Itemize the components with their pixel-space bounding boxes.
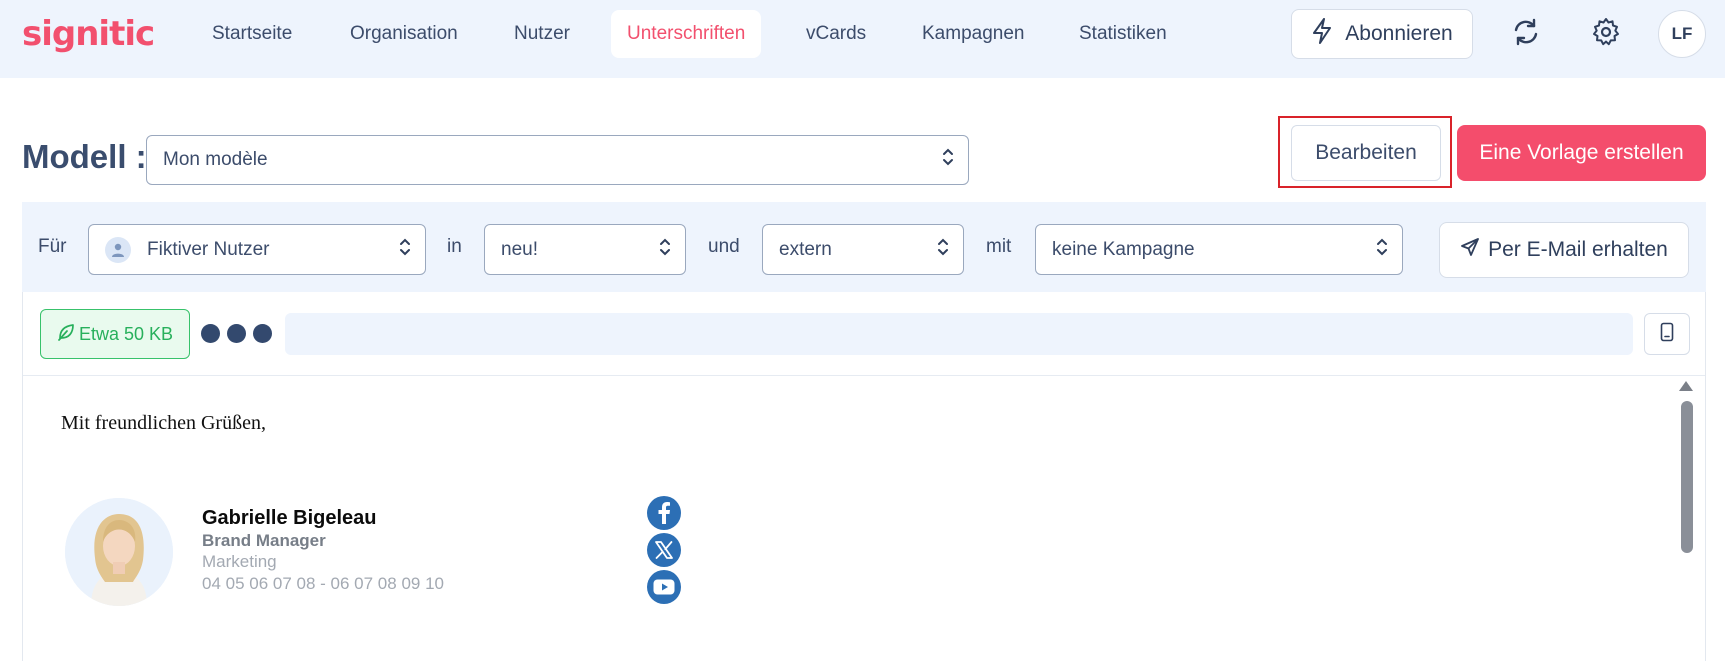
preview-scrollbar-thumb[interactable]	[1681, 401, 1693, 553]
dot	[253, 324, 272, 343]
user-avatar[interactable]: LF	[1658, 10, 1706, 58]
mobile-device-icon	[1660, 322, 1674, 347]
dot	[227, 324, 246, 343]
model-label: Modell :	[22, 138, 147, 175]
group-select[interactable]: neu!	[484, 224, 686, 275]
signature-greeting: Mit freundlichen Grüßen,	[61, 412, 266, 434]
signature-preview-panel: Etwa 50 KB Mit freundlichen Grüßen, Gabr…	[22, 292, 1706, 661]
signature-title: Brand Manager	[202, 531, 326, 550]
type-select-value: extern	[779, 238, 832, 260]
signature-department: Marketing	[202, 552, 277, 571]
nav-item-organisation[interactable]: Organisation	[334, 10, 474, 58]
updown-chevron-icon	[937, 237, 949, 263]
nav-item-nutzer[interactable]: Nutzer	[498, 10, 586, 58]
leaf-icon	[57, 323, 75, 346]
nav-item-vcards[interactable]: vCards	[790, 10, 882, 58]
bolt-icon	[1311, 18, 1333, 50]
user-select-value: Fiktiver Nutzer	[147, 238, 270, 260]
nav-item-kampagnen[interactable]: Kampagnen	[906, 10, 1040, 58]
subscribe-button[interactable]: Abonnieren	[1291, 9, 1473, 59]
sync-button[interactable]	[1504, 12, 1548, 56]
updown-chevron-icon	[659, 237, 671, 263]
sync-icon	[1511, 17, 1541, 52]
dot	[201, 324, 220, 343]
profile-photo	[65, 498, 173, 606]
subscribe-label: Abonnieren	[1345, 22, 1453, 45]
model-select[interactable]: Mon modèle	[146, 135, 969, 185]
signature-phone: 04 05 06 07 08 - 06 07 08 09 10	[202, 574, 444, 593]
top-navigation-bar: signitic Startseite Organisation Nutzer …	[0, 0, 1725, 78]
signature-name: Gabrielle Bigeleau	[202, 507, 377, 529]
in-label: in	[447, 236, 462, 257]
campaign-select[interactable]: keine Kampagne	[1035, 224, 1403, 275]
youtube-icon[interactable]	[647, 570, 681, 604]
signitic-logo[interactable]: signitic	[22, 14, 155, 54]
edit-button[interactable]: Bearbeiten	[1291, 125, 1441, 181]
paper-plane-icon	[1460, 237, 1480, 263]
type-select[interactable]: extern	[762, 224, 964, 275]
campaign-select-value: keine Kampagne	[1052, 238, 1195, 260]
scroll-up-arrow[interactable]	[1679, 381, 1693, 391]
updown-chevron-icon	[942, 147, 954, 173]
facebook-icon[interactable]	[647, 496, 681, 530]
settings-button[interactable]	[1584, 12, 1628, 56]
with-label: mit	[986, 236, 1012, 257]
x-icon[interactable]	[647, 533, 681, 567]
preview-toolbar: Etwa 50 KB	[23, 292, 1705, 376]
for-label: Für	[38, 236, 67, 257]
send-by-email-button[interactable]: Per E-Mail erhalten	[1439, 222, 1689, 278]
size-badge-text: Etwa 50 KB	[78, 323, 174, 344]
updown-chevron-icon	[399, 237, 411, 263]
nav-item-unterschriften[interactable]: Unterschriften	[611, 10, 762, 58]
user-select[interactable]: Fiktiver Nutzer	[88, 224, 426, 275]
send-by-email-label: Per E-Mail erhalten	[1488, 238, 1668, 261]
gear-icon	[1591, 17, 1621, 52]
and-label: und	[708, 236, 740, 257]
nav-item-startseite[interactable]: Startseite	[196, 10, 308, 58]
mobile-preview-button[interactable]	[1644, 313, 1690, 355]
user-icon	[105, 236, 131, 263]
size-badge: Etwa 50 KB	[40, 309, 190, 359]
window-dots	[201, 324, 272, 343]
create-template-button[interactable]: Eine Vorlage erstellen	[1457, 125, 1706, 181]
model-selected-value: Mon modèle	[163, 149, 268, 170]
nav-item-statistiken[interactable]: Statistiken	[1063, 10, 1183, 58]
group-select-value: neu!	[501, 238, 538, 260]
updown-chevron-icon	[1376, 237, 1388, 263]
email-subject-bar	[285, 313, 1633, 355]
